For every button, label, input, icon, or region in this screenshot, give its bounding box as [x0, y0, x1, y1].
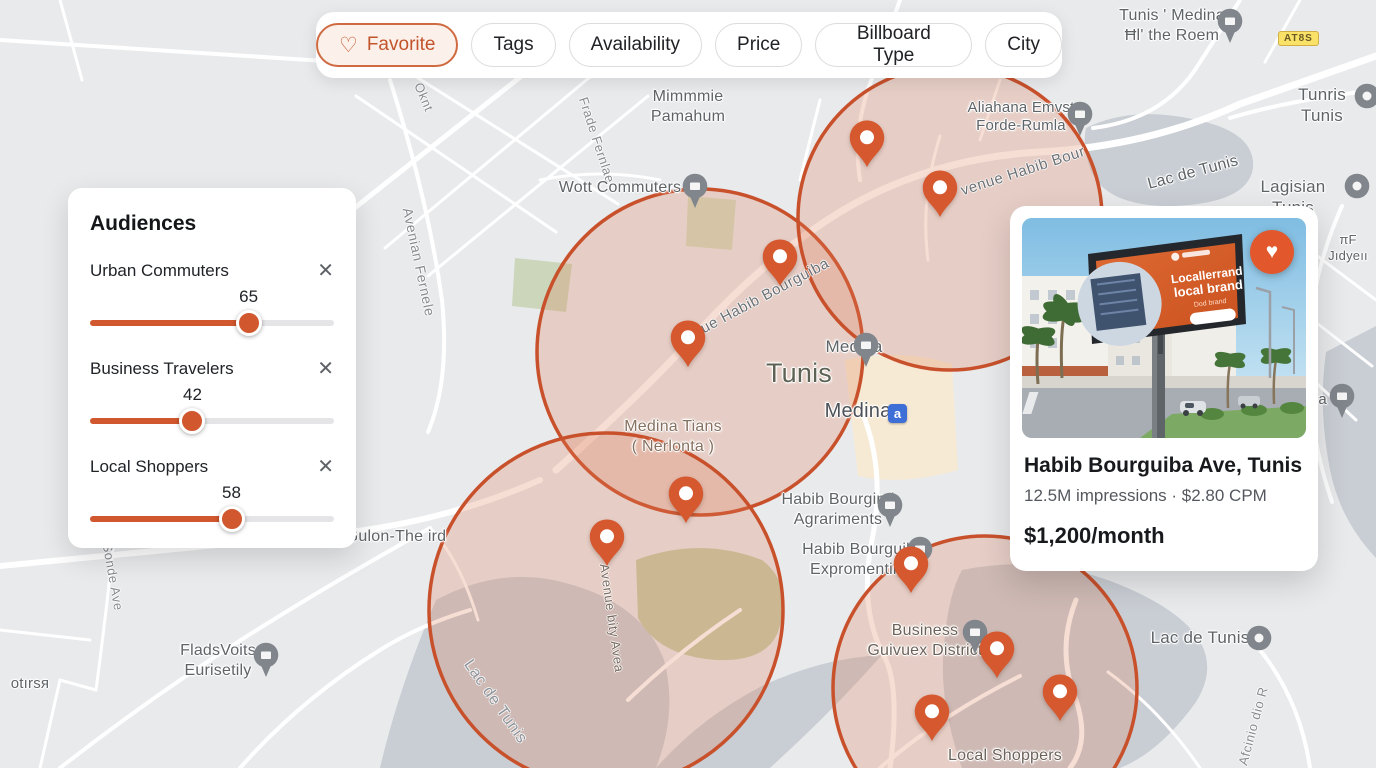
billboard-photo: Locallerrand local brand Dod brand ♥	[1022, 218, 1306, 438]
poi-pin-dot-icon[interactable]	[1245, 625, 1273, 666]
filter-pills: ♡ Favorite Tags Availability Price Billboard …	[316, 23, 1062, 67]
street-label: Avenue bity Avea	[597, 563, 627, 674]
map-place-label: Mimmmie Pamahum	[651, 87, 725, 126]
billboard-map-pin[interactable]	[921, 169, 959, 219]
street-label: Avenian Fernele	[400, 206, 439, 318]
filter-bar: ♡ Favorite Tags Availability Price Billboard …	[316, 12, 1062, 78]
listing-price: $1,200/month	[1024, 523, 1304, 549]
road-shield-badge: AT8S	[1278, 31, 1319, 46]
filter-pill-price[interactable]: Price	[715, 23, 802, 67]
billboard-map-pin[interactable]	[1041, 673, 1079, 723]
favorite-button[interactable]: ♥	[1250, 230, 1294, 274]
street-label: Oknt	[411, 80, 436, 113]
map-place-label: Tunis ' Medina Ħl' the Roem	[1119, 6, 1225, 45]
map-place-label: Medina Tians ( Nerlonta )	[624, 417, 722, 456]
map-place-label: Local Shoppers	[948, 746, 1062, 766]
listing-card[interactable]: Locallerrand local brand Dod brand ♥ Hab…	[1010, 206, 1318, 571]
map-place-label: Lac de Tunis	[1151, 628, 1250, 649]
filter-pill-label: Availability	[591, 34, 680, 56]
heart-outline-icon: ♡	[339, 35, 358, 56]
billboard-map-pin[interactable]	[667, 475, 705, 525]
filter-pill-label: Favorite	[367, 34, 436, 56]
filter-pill-label: Price	[737, 34, 780, 56]
filter-pill-tags[interactable]: Tags	[471, 23, 555, 67]
billboard-map-pin[interactable]	[892, 545, 930, 595]
audience-slider-fill	[90, 320, 249, 326]
billboard-map-pin[interactable]	[848, 119, 886, 169]
filter-pill-city[interactable]: City	[985, 23, 1062, 67]
poi-pin-people-icon[interactable]	[681, 173, 709, 214]
poi-pin-bus-icon[interactable]	[1328, 383, 1356, 424]
audience-slider-fill	[90, 516, 232, 522]
poi-pin-museum-icon[interactable]	[252, 642, 280, 683]
audience-row: Local Shoppers ✕ 58	[90, 456, 334, 530]
audience-label: Urban Commuters	[90, 261, 229, 281]
audience-sliders: Urban Commuters ✕ 65 Business Travelers ✕ 42 L…	[90, 260, 334, 530]
audience-slider-thumb[interactable]	[219, 506, 245, 532]
map-place-label: Lac de Tunis	[1145, 151, 1240, 194]
audience-value: 65	[239, 287, 258, 307]
audience-value: 42	[183, 385, 202, 405]
remove-audience-icon[interactable]: ✕	[317, 359, 334, 379]
audience-slider-fill	[90, 418, 192, 424]
audience-slider-thumb[interactable]	[236, 310, 262, 336]
map-place-label: πF Jıdyeıı	[1328, 232, 1368, 264]
poi-pin-building-icon[interactable]	[876, 492, 904, 533]
street-label: venue Habib Bour	[959, 143, 1088, 199]
map-place-label: otırsя	[11, 675, 50, 693]
poi-pin-shop-icon[interactable]	[1066, 101, 1094, 142]
audience-row: Business Travelers ✕ 42	[90, 358, 334, 432]
billboard-map-pin[interactable]	[669, 319, 707, 369]
billboard-map-pin[interactable]	[978, 630, 1016, 680]
audience-slider-track[interactable]	[90, 418, 334, 424]
street-label: Frade Fernlae	[576, 95, 618, 185]
audience-label: Business Travelers	[90, 359, 234, 379]
street-label: Lac de Tunis	[460, 657, 531, 748]
audience-slider-track[interactable]	[90, 320, 334, 326]
poi-pin-dot-icon[interactable]	[1353, 83, 1376, 124]
audience-slider-track[interactable]	[90, 516, 334, 522]
poi-pin-castle-icon[interactable]	[852, 332, 880, 373]
filter-pill-favorite[interactable]: ♡ Favorite	[316, 23, 458, 67]
street-label: Sonde Ave	[100, 542, 127, 612]
audience-row: Urban Commuters ✕ 65	[90, 260, 334, 334]
audiences-panel: Audiences Urban Commuters ✕ 65 Business Tra…	[68, 188, 356, 548]
map-place-label: Wott Commuters	[559, 178, 682, 198]
listing-meta: 12.5M impressions · $2.80 CPM	[1024, 486, 1304, 506]
audience-value: 58	[222, 483, 241, 503]
filter-pill-label: Tags	[493, 34, 533, 56]
listing-title: Habib Bourguiba Ave, Tunis	[1024, 454, 1304, 478]
map-place-label: Tunris Tunis	[1295, 85, 1349, 126]
metro-station-icon[interactable]: a	[888, 404, 907, 423]
remove-audience-icon[interactable]: ✕	[317, 457, 334, 477]
audiences-title: Audiences	[90, 212, 334, 236]
map-place-label: Aliahana Emvst Forde-Rumla	[967, 99, 1074, 136]
map-place-label: Medina	[825, 399, 892, 423]
poi-pin-dot-icon[interactable]	[1343, 173, 1371, 214]
map-place-label: Gulon-The ird	[346, 527, 446, 547]
filter-pill-billboard-type[interactable]: Billboard Type	[815, 23, 972, 67]
heart-icon: ♥	[1266, 240, 1278, 264]
filter-pill-availability[interactable]: Availability	[569, 23, 702, 67]
billboard-map-pin[interactable]	[588, 518, 626, 568]
filter-pill-label: City	[1007, 34, 1040, 56]
billboard-map-pin[interactable]	[913, 693, 951, 743]
billboard-map-pin[interactable]	[761, 238, 799, 288]
filter-pill-label: Billboard Type	[837, 23, 950, 67]
map-place-label: Tunis	[766, 357, 832, 390]
poi-pin-museum-icon[interactable]	[1216, 8, 1244, 49]
audience-slider-thumb[interactable]	[179, 408, 205, 434]
audience-label: Local Shoppers	[90, 457, 208, 477]
remove-audience-icon[interactable]: ✕	[317, 261, 334, 281]
map-place-label: FladsVoits Eurisetily	[180, 641, 256, 680]
street-label: Afcinio dio R	[1235, 685, 1270, 767]
